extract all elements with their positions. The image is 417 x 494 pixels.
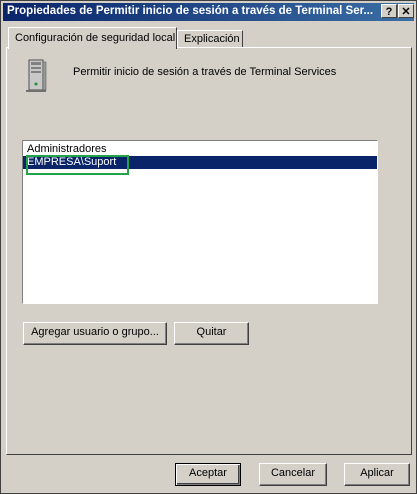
window-title: Propiedades de Permitir inicio de sesión…	[7, 5, 374, 17]
server-icon	[26, 59, 47, 92]
members-listbox[interactable]: Administradores EMPRESA\Suport	[22, 140, 378, 304]
close-button[interactable]: ✕	[398, 4, 414, 18]
cancel-button[interactable]: Cancelar	[259, 463, 327, 486]
list-item-administradores[interactable]: Administradores	[23, 143, 377, 156]
tab-explain[interactable]: Explicación	[177, 30, 243, 48]
tab-label: Explicación	[184, 33, 240, 45]
list-item-empresa-suport[interactable]: EMPRESA\Suport	[23, 156, 377, 169]
help-button[interactable]: ?	[381, 4, 397, 18]
title-bar[interactable]: Propiedades de Permitir inicio de sesión…	[3, 3, 414, 21]
tab-panel: Permitir inicio de sesión a través de Te…	[6, 47, 412, 455]
apply-button[interactable]: Aplicar	[344, 463, 410, 486]
properties-dialog: Propiedades de Permitir inicio de sesión…	[0, 0, 417, 494]
add-user-or-group-button[interactable]: Agregar usuario o grupo...	[23, 322, 167, 345]
tab-label: Configuración de seguridad local	[15, 32, 176, 44]
ok-button[interactable]: Aceptar	[175, 463, 241, 486]
tab-local-security-setting[interactable]: Configuración de seguridad local	[8, 27, 177, 49]
policy-name: Permitir inicio de sesión a través de Te…	[73, 66, 337, 78]
remove-button[interactable]: Quitar	[174, 322, 249, 345]
